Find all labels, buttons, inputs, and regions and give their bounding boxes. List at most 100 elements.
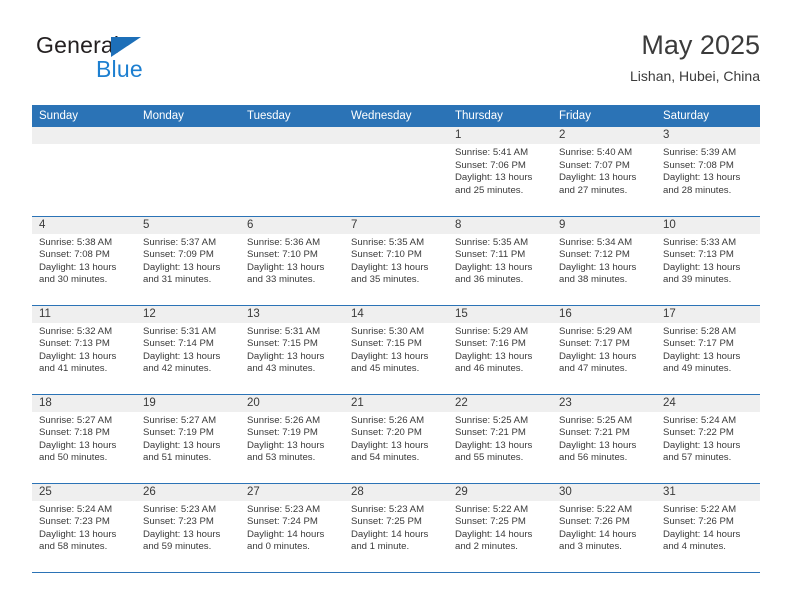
day-cell[interactable]: 14 Sunrise: 5:30 AM Sunset: 7:15 PM Dayligh… [344,305,448,395]
day-cell[interactable]: 20 Sunrise: 5:26 AM Sunset: 7:19 PM Dayligh… [240,394,344,484]
day-cell[interactable]: 17 Sunrise: 5:28 AM Sunset: 7:17 PM Dayligh… [656,305,760,395]
daylight-text-line2: and 30 minutes. [39,274,108,286]
logo-text-blue: Blue [96,56,143,82]
location-subtitle: Lishan, Hubei, China [630,68,760,84]
logo-triangle-icon [111,37,141,57]
day-number: 12 [136,305,240,323]
logo-text-general: General [36,32,120,58]
day-cell[interactable]: 2 Sunrise: 5:40 AM Sunset: 7:07 PM Daylight… [552,127,656,217]
sunset-text: Sunset: 7:07 PM [559,159,630,171]
day-details: Sunrise: 5:23 AM Sunset: 7:23 PM Daylight:… [136,501,240,554]
page-title: May 2025 [641,30,760,60]
day-cell[interactable]: 26 Sunrise: 5:23 AM Sunset: 7:23 PM Dayligh… [136,483,240,573]
daylight-text-line1: Daylight: 13 hours [663,172,741,184]
day-details: Sunrise: 5:35 AM Sunset: 7:11 PM Daylight:… [448,234,552,287]
day-number: 13 [240,305,344,323]
day-cell[interactable]: 27 Sunrise: 5:23 AM Sunset: 7:24 PM Dayligh… [240,483,344,573]
day-details: Sunrise: 5:34 AM Sunset: 7:12 PM Daylight:… [552,234,656,287]
sunrise-text: Sunrise: 5:29 AM [559,325,633,337]
day-cell[interactable]: 5 Sunrise: 5:37 AM Sunset: 7:09 PM Daylight… [136,216,240,306]
day-cell[interactable]: 7 Sunrise: 5:35 AM Sunset: 7:10 PM Daylight… [344,216,448,306]
sunrise-text: Sunrise: 5:25 AM [559,414,633,426]
day-details: Sunrise: 5:38 AM Sunset: 7:08 PM Daylight:… [32,234,136,287]
day-details: Sunrise: 5:31 AM Sunset: 7:15 PM Daylight:… [240,323,344,376]
day-cell[interactable]: 18 Sunrise: 5:27 AM Sunset: 7:18 PM Dayligh… [32,394,136,484]
sunset-text: Sunset: 7:19 PM [247,427,318,439]
day-cell[interactable]: 16 Sunrise: 5:29 AM Sunset: 7:17 PM Dayligh… [552,305,656,395]
daylight-text-line1: Daylight: 13 hours [559,261,637,273]
day-cell[interactable]: 25 Sunrise: 5:24 AM Sunset: 7:23 PM Dayligh… [32,483,136,573]
day-number: 17 [656,305,760,323]
day-details: Sunrise: 5:40 AM Sunset: 7:07 PM Daylight:… [552,144,656,197]
sunset-text: Sunset: 7:08 PM [663,159,734,171]
day-cell[interactable]: 24 Sunrise: 5:24 AM Sunset: 7:22 PM Dayligh… [656,394,760,484]
daylight-text-line2: and 2 minutes. [455,541,518,553]
sunrise-text: Sunrise: 5:29 AM [455,325,529,337]
day-cell[interactable]: 6 Sunrise: 5:36 AM Sunset: 7:10 PM Daylight… [240,216,344,306]
daylight-text-line1: Daylight: 13 hours [351,350,429,362]
day-cell[interactable]: 10 Sunrise: 5:33 AM Sunset: 7:13 PM Dayligh… [656,216,760,306]
day-cell[interactable]: 31 Sunrise: 5:22 AM Sunset: 7:26 PM Dayligh… [656,483,760,573]
day-cell[interactable]: 4 Sunrise: 5:38 AM Sunset: 7:08 PM Daylight… [32,216,136,306]
calendar-week-row: 18 Sunrise: 5:27 AM Sunset: 7:18 PM Dayligh… [32,394,760,484]
day-number: 26 [136,483,240,501]
day-cell[interactable]: 8 Sunrise: 5:35 AM Sunset: 7:11 PM Daylight… [448,216,552,306]
daylight-text-line2: and 25 minutes. [455,184,524,196]
day-details: Sunrise: 5:22 AM Sunset: 7:25 PM Daylight:… [448,501,552,554]
day-cell[interactable]: 15 Sunrise: 5:29 AM Sunset: 7:16 PM Dayligh… [448,305,552,395]
day-number: 24 [656,394,760,412]
page-header: General Blue May 2025 Lishan, Hubei, Chi… [32,30,760,90]
sunrise-text: Sunrise: 5:31 AM [143,325,217,337]
daylight-text-line2: and 28 minutes. [663,184,732,196]
sunrise-text: Sunrise: 5:23 AM [143,503,217,515]
day-cell[interactable]: 30 Sunrise: 5:22 AM Sunset: 7:26 PM Dayligh… [552,483,656,573]
day-details: Sunrise: 5:23 AM Sunset: 7:25 PM Daylight:… [344,501,448,554]
day-cell[interactable]: 1 Sunrise: 5:41 AM Sunset: 7:06 PM Daylight… [448,127,552,217]
day-cell[interactable]: 3 Sunrise: 5:39 AM Sunset: 7:08 PM Daylight… [656,127,760,217]
sunrise-text: Sunrise: 5:32 AM [39,325,113,337]
calendar-body: 1 Sunrise: 5:41 AM Sunset: 7:06 PM Daylight… [32,127,760,573]
daylight-text-line2: and 39 minutes. [663,274,732,286]
daylight-text-line1: Daylight: 13 hours [143,528,221,540]
day-number [344,127,448,144]
day-cell[interactable]: 28 Sunrise: 5:23 AM Sunset: 7:25 PM Dayligh… [344,483,448,573]
calendar-week-row: 11 Sunrise: 5:32 AM Sunset: 7:13 PM Dayligh… [32,305,760,395]
sunrise-text: Sunrise: 5:26 AM [351,414,425,426]
sunset-text: Sunset: 7:21 PM [559,427,630,439]
day-cell[interactable]: 12 Sunrise: 5:31 AM Sunset: 7:14 PM Dayligh… [136,305,240,395]
calendar-week-row: 4 Sunrise: 5:38 AM Sunset: 7:08 PM Daylight… [32,216,760,306]
day-cell[interactable]: 22 Sunrise: 5:25 AM Sunset: 7:21 PM Dayligh… [448,394,552,484]
daylight-text-line2: and 45 minutes. [351,363,420,375]
generalblue-logo[interactable]: General Blue [36,32,216,90]
day-number [32,127,136,144]
day-cell[interactable]: 23 Sunrise: 5:25 AM Sunset: 7:21 PM Dayligh… [552,394,656,484]
day-cell[interactable]: 19 Sunrise: 5:27 AM Sunset: 7:19 PM Dayligh… [136,394,240,484]
day-cell[interactable]: 21 Sunrise: 5:26 AM Sunset: 7:20 PM Dayligh… [344,394,448,484]
daylight-text-line2: and 33 minutes. [247,274,316,286]
day-number: 4 [32,216,136,234]
day-cell[interactable]: 29 Sunrise: 5:22 AM Sunset: 7:25 PM Dayligh… [448,483,552,573]
day-details: Sunrise: 5:24 AM Sunset: 7:23 PM Daylight:… [32,501,136,554]
daylight-text-line2: and 50 minutes. [39,452,108,464]
daylight-text-line1: Daylight: 14 hours [455,528,533,540]
sunset-text: Sunset: 7:13 PM [39,338,110,350]
daylight-text-line1: Daylight: 13 hours [39,528,117,540]
title-block: May 2025 Lishan, Hubei, China [630,30,760,86]
day-cell[interactable]: 13 Sunrise: 5:31 AM Sunset: 7:15 PM Dayligh… [240,305,344,395]
sunrise-text: Sunrise: 5:38 AM [39,236,113,248]
sunset-text: Sunset: 7:25 PM [455,516,526,528]
daylight-text-line1: Daylight: 13 hours [143,350,221,362]
day-cell[interactable]: 11 Sunrise: 5:32 AM Sunset: 7:13 PM Dayligh… [32,305,136,395]
daylight-text-line1: Daylight: 13 hours [455,172,533,184]
sunset-text: Sunset: 7:24 PM [247,516,318,528]
sunset-text: Sunset: 7:17 PM [559,338,630,350]
day-cell[interactable]: 9 Sunrise: 5:34 AM Sunset: 7:12 PM Daylight… [552,216,656,306]
daylight-text-line1: Daylight: 13 hours [39,350,117,362]
sunrise-text: Sunrise: 5:39 AM [663,147,737,158]
daylight-text-line1: Daylight: 14 hours [663,528,741,540]
sunrise-text: Sunrise: 5:28 AM [663,325,737,337]
sunrise-text: Sunrise: 5:37 AM [143,236,217,248]
daylight-text-line2: and 54 minutes. [351,452,420,464]
daylight-text-line1: Daylight: 13 hours [455,350,533,362]
daylight-text-line1: Daylight: 13 hours [247,350,325,362]
